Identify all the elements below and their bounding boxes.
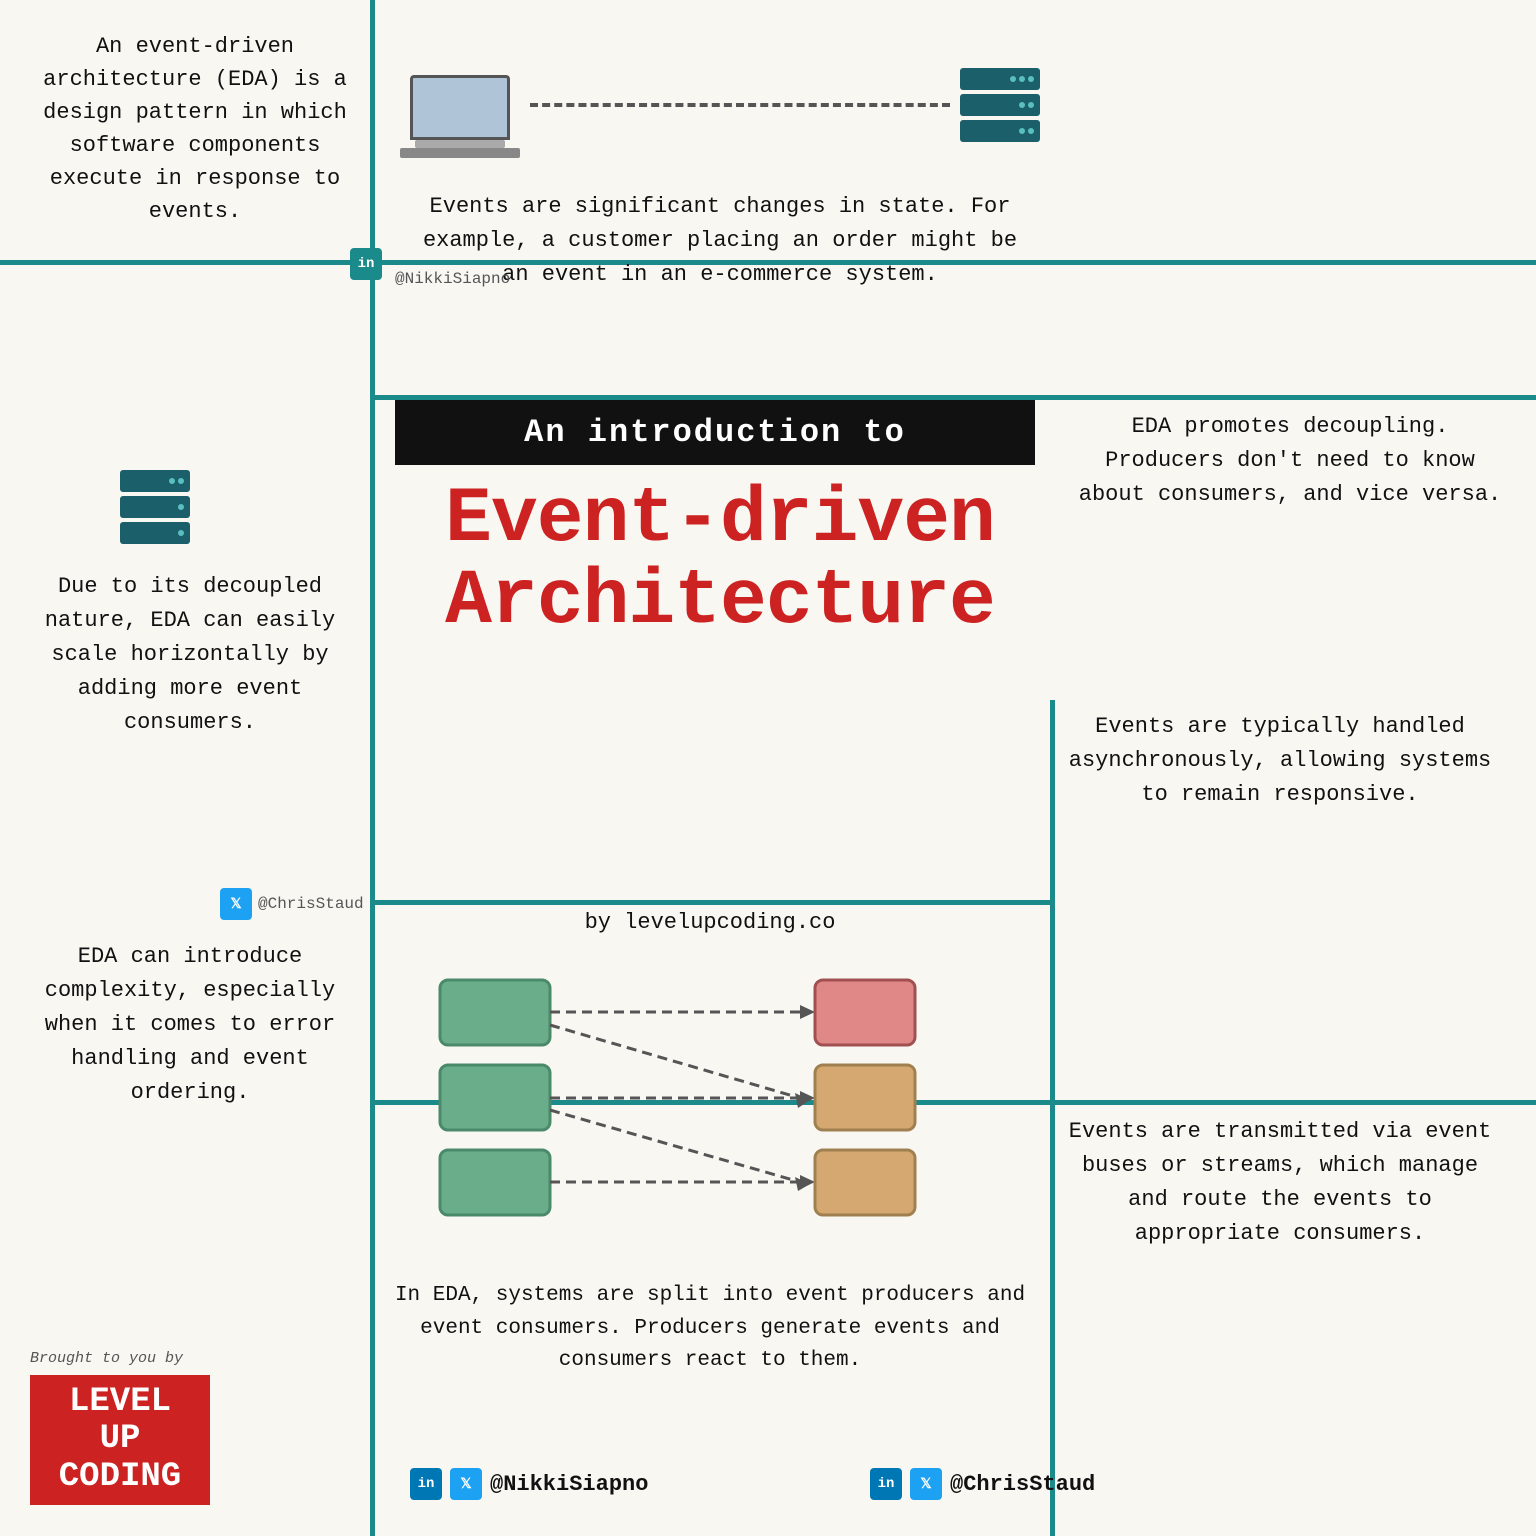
server-unit-small-1 bbox=[120, 470, 190, 492]
social-links-chris: in 𝕏 @ChrisStaud bbox=[870, 1468, 1095, 1500]
main-title: Event-driven Architecture bbox=[380, 480, 1060, 644]
async-description: Events are typically handled asynchronou… bbox=[1060, 710, 1500, 812]
laptop-base bbox=[400, 148, 520, 158]
server-dot bbox=[1019, 76, 1025, 82]
server-unit-1 bbox=[960, 68, 1040, 90]
linkedin-icon-bottom-chris[interactable]: in bbox=[870, 1468, 902, 1500]
complexity-description: EDA can introduce complexity, especially… bbox=[20, 940, 360, 1110]
vertical-line-right bbox=[1050, 700, 1055, 1536]
twitter-icon-bottom-nikki[interactable]: 𝕏 bbox=[450, 1468, 482, 1500]
server-unit-small-2 bbox=[120, 496, 190, 518]
chris-badge-area: 𝕏 @ChrisStaud bbox=[220, 888, 364, 920]
laptop-screen bbox=[410, 75, 510, 140]
server-dot bbox=[1019, 128, 1025, 134]
linkedin-icon-bottom-nikki[interactable]: in bbox=[410, 1468, 442, 1500]
brand-text-line1: LEVEL UP bbox=[40, 1384, 200, 1459]
server-stack bbox=[960, 68, 1040, 142]
nikki-credit-top: @NikkiSiapno bbox=[395, 270, 510, 288]
eda-definition: An event-driven architecture (EDA) is a … bbox=[30, 30, 360, 228]
server-dot bbox=[1028, 76, 1034, 82]
horizontal-line-5 bbox=[1050, 1100, 1536, 1105]
decoupling-description: EDA promotes decoupling. Producers don't… bbox=[1070, 410, 1510, 512]
social-links-nikki: in 𝕏 @NikkiSiapno bbox=[410, 1468, 648, 1500]
server-dot bbox=[1019, 102, 1025, 108]
twitter-icon-chris: 𝕏 bbox=[220, 888, 252, 920]
server-dot-s bbox=[178, 504, 184, 510]
main-title-event-driven: Event-driven bbox=[380, 480, 1060, 562]
horizontal-line-3 bbox=[370, 900, 1050, 905]
intro-banner: An introduction to bbox=[395, 400, 1035, 465]
server-dot-s bbox=[178, 478, 184, 484]
laptop-icon bbox=[400, 75, 520, 165]
buses-description: Events are transmitted via event buses o… bbox=[1060, 1115, 1500, 1251]
by-label: by levelupcoding.co bbox=[375, 910, 1045, 935]
server-unit-3 bbox=[960, 120, 1040, 142]
level-up-coding-badge[interactable]: LEVEL UP CODING bbox=[30, 1375, 210, 1505]
nikki-handle-bottom: @NikkiSiapno bbox=[490, 1472, 648, 1497]
dotted-connector bbox=[530, 103, 950, 107]
eda-systems-text: In EDA, systems are split into event pro… bbox=[375, 1280, 1045, 1378]
chris-handle-bottom: @ChrisStaud bbox=[950, 1472, 1095, 1497]
server-dot bbox=[1028, 128, 1034, 134]
main-title-architecture: Architecture bbox=[380, 562, 1060, 644]
server-dot-s bbox=[169, 478, 175, 484]
server-dot-s bbox=[178, 530, 184, 536]
server-dot bbox=[1028, 102, 1034, 108]
producer-consumer-diagram bbox=[380, 960, 1020, 1240]
scale-description: Due to its decoupled nature, EDA can eas… bbox=[20, 570, 360, 740]
server-icon-left bbox=[120, 470, 190, 544]
chris-credit: @ChrisStaud bbox=[258, 895, 364, 913]
laptop-keyboard bbox=[415, 140, 505, 148]
twitter-icon-bottom-chris[interactable]: 𝕏 bbox=[910, 1468, 942, 1500]
server-dot bbox=[1010, 76, 1016, 82]
server-unit-small-3 bbox=[120, 522, 190, 544]
brand-text-line2: CODING bbox=[59, 1459, 181, 1496]
brought-by-label: Brought to you by bbox=[30, 1350, 183, 1367]
server-unit-2 bbox=[960, 94, 1040, 116]
intro-banner-text: An introduction to bbox=[524, 414, 906, 451]
linkedin-icon-top[interactable]: in bbox=[350, 248, 382, 280]
